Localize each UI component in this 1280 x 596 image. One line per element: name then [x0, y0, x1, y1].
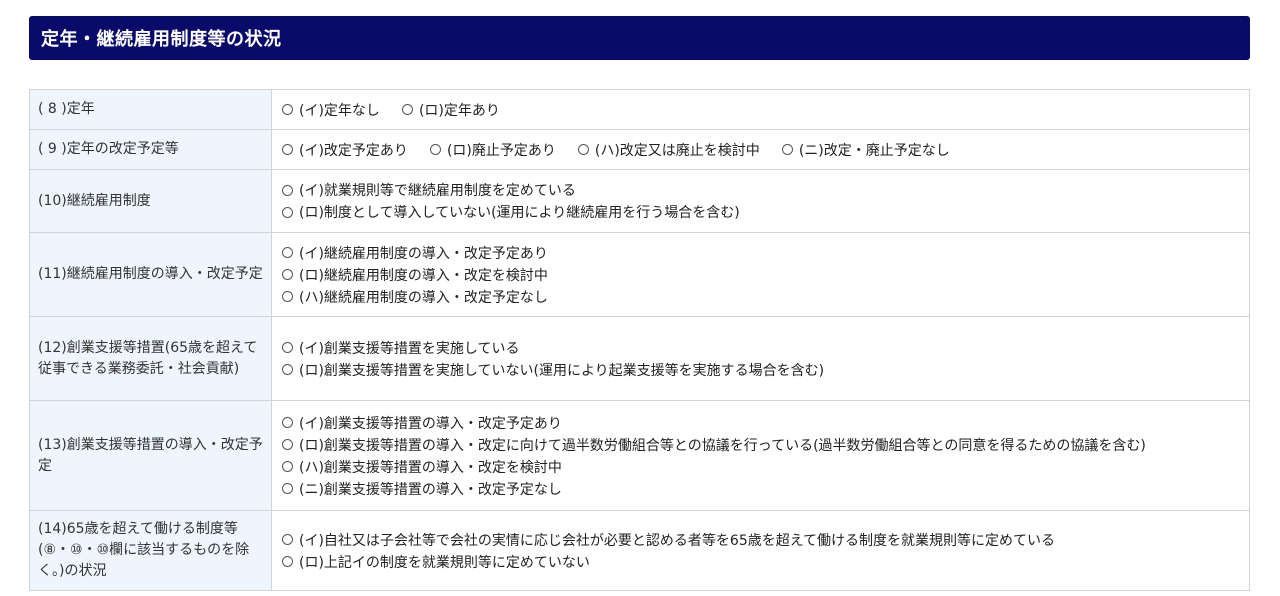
radio-option-label: (イ)就業規則等で継続雇用制度を定めている: [299, 183, 576, 199]
radio-option-label: (ロ)創業支援等措置を実施していない(運用により起業支援等を実施する場合を含む): [299, 362, 825, 379]
radio-button[interactable]: [577, 144, 589, 155]
form-row: (12)創業支援等措置(65歳を超えて従事できる業務委託・社会貢献) (イ)創業支…: [29, 316, 1250, 401]
retirement-status-table: ( 8 )定年 (イ)定年なし (ロ)定年あり( 9 )定年の改定予定等 (イ)改定予…: [29, 89, 1250, 591]
form-row: (11)継続雇用制度の導入・改定予定 (イ)継続雇用制度の導入・改定予定あり (ロ)…: [29, 232, 1250, 317]
radio-button[interactable]: [282, 417, 293, 428]
radio-option[interactable]: (ハ)改定又は廃止を検討中: [577, 140, 760, 160]
row-options: (イ)改定予定あり (ロ)廃止予定あり (ハ)改定又は廃止を検討中 (ニ)改定・廃止予…: [271, 129, 1250, 170]
radio-option-label: (イ)創業支援等措置を実施している: [299, 340, 520, 357]
radio-option-label: (ロ)継続雇用制度の導入・改定を検討中: [299, 267, 548, 284]
radio-option-label: (イ)自社又は子会社等で会社の実情に応じ会社が必要と認める者等を65歳を超えて働…: [299, 532, 1056, 549]
radio-button[interactable]: [282, 556, 293, 567]
radio-button[interactable]: [282, 104, 293, 115]
radio-button[interactable]: [282, 534, 293, 545]
section-header: 定年・継続雇用制度等の状況: [29, 16, 1250, 60]
section-title: 定年・継続雇用制度等の状況: [41, 29, 282, 50]
row-label: ( 9 )定年の改定予定等: [29, 129, 272, 170]
radio-option-label: (ニ)改定・廃止予定なし: [798, 142, 950, 159]
row-options: (イ)自社又は子会社等で会社の実情に応じ会社が必要と認める者等を65歳を超えて働…: [271, 510, 1250, 591]
radio-button[interactable]: [282, 439, 293, 450]
radio-option[interactable]: (イ)自社又は子会社等で会社の実情に応じ会社が必要と認める者等を65歳を超えて働…: [282, 530, 1055, 550]
radio-button[interactable]: [282, 206, 293, 218]
radio-option[interactable]: (ロ)創業支援等措置の導入・改定に向けて過半数労働組合等との協議を行っている(過…: [282, 435, 1146, 455]
radio-button[interactable]: [282, 342, 293, 353]
radio-option[interactable]: (イ)継続雇用制度の導入・改定予定あり: [282, 243, 548, 263]
radio-option-label: (ロ)定年あり: [418, 102, 500, 119]
row-label: (12)創業支援等措置(65歳を超えて従事できる業務委託・社会貢献): [29, 316, 272, 401]
radio-option[interactable]: (ロ)制度として導入していない(運用により継続雇用を行う場合を含む): [282, 202, 740, 222]
radio-option-label: (イ)定年なし: [299, 102, 380, 119]
radio-option[interactable]: (ニ)改定・廃止予定なし: [781, 140, 950, 160]
radio-option-label: (イ)改定予定あり: [299, 142, 408, 159]
radio-option[interactable]: (イ)創業支援等措置を実施している: [282, 338, 520, 358]
radio-option[interactable]: (イ)定年なし: [282, 100, 380, 120]
form-row: ( 9 )定年の改定予定等 (イ)改定予定あり (ロ)廃止予定あり (ハ)改定又は廃止…: [29, 129, 1250, 170]
radio-option[interactable]: (ロ)創業支援等措置を実施していない(運用により起業支援等を実施する場合を含む): [282, 360, 824, 380]
radio-button[interactable]: [781, 144, 793, 155]
radio-button[interactable]: [282, 269, 293, 280]
radio-option[interactable]: (ロ)定年あり: [401, 100, 500, 120]
radio-option[interactable]: (ハ)継続雇用制度の導入・改定予定なし: [282, 287, 548, 307]
radio-button[interactable]: [282, 144, 293, 155]
radio-option-label: (ハ)改定又は廃止を検討中: [594, 142, 760, 159]
row-options: (イ)就業規則等で継続雇用制度を定めている (ロ)制度として導入していない(運用に…: [271, 169, 1250, 233]
row-options: (イ)定年なし (ロ)定年あり: [271, 89, 1250, 130]
row-label: (13)創業支援等措置の導入・改定予定: [29, 400, 272, 511]
radio-button[interactable]: [282, 184, 293, 196]
radio-button[interactable]: [282, 461, 293, 472]
radio-option-label: (ハ)継続雇用制度の導入・改定予定なし: [299, 289, 548, 306]
radio-option[interactable]: (ロ)上記イの制度を就業規則等に定めていない: [282, 552, 590, 572]
radio-option[interactable]: (ハ)創業支援等措置の導入・改定を検討中: [282, 457, 562, 477]
form-row: (10)継続雇用制度 (イ)就業規則等で継続雇用制度を定めている (ロ)制度として導…: [29, 169, 1250, 233]
radio-option[interactable]: (イ)創業支援等措置の導入・改定予定あり: [282, 413, 562, 433]
radio-button[interactable]: [401, 104, 413, 115]
radio-option[interactable]: (イ)就業規則等で継続雇用制度を定めている: [282, 180, 576, 200]
row-label: ( 8 )定年: [29, 89, 272, 130]
radio-option-label: (ロ)上記イの制度を就業規則等に定めていない: [299, 554, 590, 571]
radio-button[interactable]: [282, 247, 293, 258]
radio-option-label: (イ)創業支援等措置の導入・改定予定あり: [299, 415, 562, 432]
radio-button[interactable]: [282, 483, 293, 494]
row-options: (イ)創業支援等措置を実施している (ロ)創業支援等措置を実施していない(運用によ…: [271, 316, 1250, 401]
row-options: (イ)継続雇用制度の導入・改定予定あり (ロ)継続雇用制度の導入・改定を検討中 (ハ…: [271, 232, 1250, 317]
row-label: (10)継続雇用制度: [29, 169, 272, 233]
radio-option-label: (ニ)創業支援等措置の導入・改定予定なし: [299, 481, 562, 498]
form-row: (14)65歳を超えて働ける制度等(⑧・⑩・⑩欄に該当するものを除く。)の状況 (…: [29, 510, 1250, 591]
radio-button[interactable]: [282, 291, 293, 302]
radio-option[interactable]: (ロ)廃止予定あり: [429, 140, 556, 160]
form-row: (13)創業支援等措置の導入・改定予定 (イ)創業支援等措置の導入・改定予定あり(…: [29, 400, 1250, 511]
form-row: ( 8 )定年 (イ)定年なし (ロ)定年あり: [29, 89, 1250, 130]
radio-option-label: (ハ)創業支援等措置の導入・改定を検討中: [299, 459, 562, 476]
radio-option-label: (ロ)創業支援等措置の導入・改定に向けて過半数労働組合等との協議を行っている(過…: [299, 437, 1146, 454]
radio-option[interactable]: (ロ)継続雇用制度の導入・改定を検討中: [282, 265, 548, 285]
row-label: (14)65歳を超えて働ける制度等(⑧・⑩・⑩欄に該当するものを除く。)の状況: [29, 510, 272, 591]
radio-button[interactable]: [282, 364, 293, 375]
row-label: (11)継続雇用制度の導入・改定予定: [29, 232, 272, 317]
radio-option-label: (ロ)廃止予定あり: [446, 142, 556, 159]
radio-button[interactable]: [429, 144, 441, 155]
radio-option[interactable]: (ニ)創業支援等措置の導入・改定予定なし: [282, 479, 562, 499]
radio-option[interactable]: (イ)改定予定あり: [282, 140, 408, 160]
radio-option-label: (イ)継続雇用制度の導入・改定予定あり: [299, 245, 548, 262]
row-options: (イ)創業支援等措置の導入・改定予定あり (ロ)創業支援等措置の導入・改定に向けて…: [271, 400, 1250, 511]
radio-option-label: (ロ)制度として導入していない(運用により継続雇用を行う場合を含む): [299, 205, 740, 221]
